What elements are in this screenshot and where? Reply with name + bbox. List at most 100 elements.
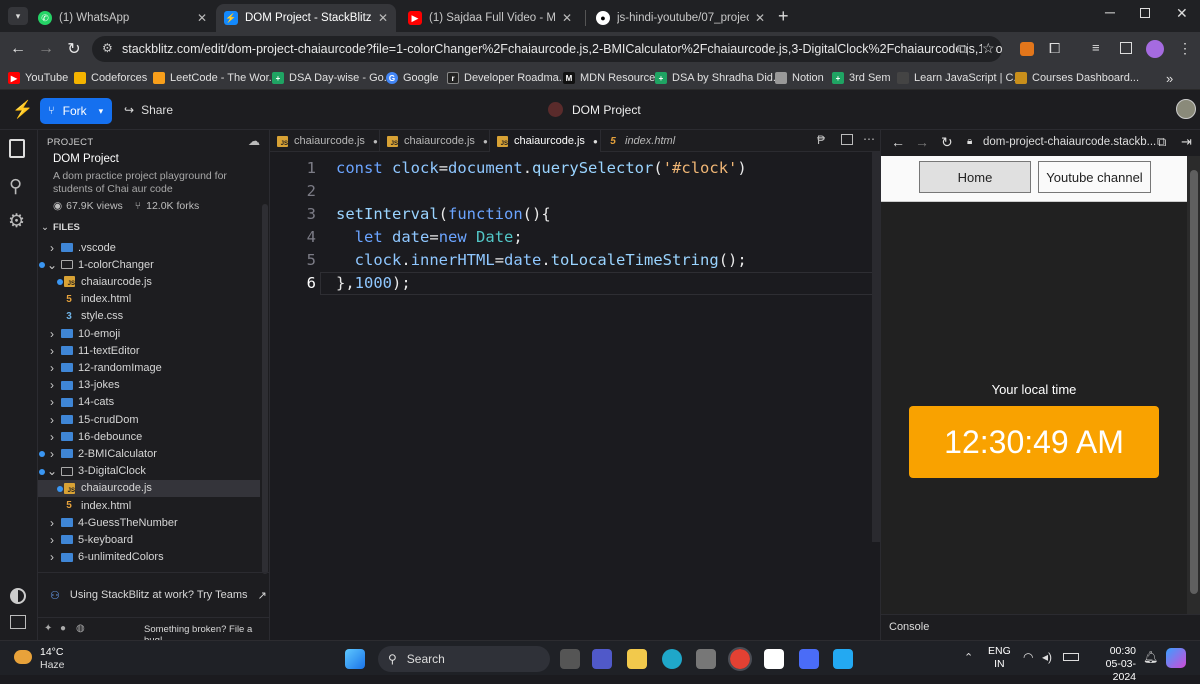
bookmark-leetcode[interactable]: LeetCode - The Wor... bbox=[153, 70, 278, 86]
tree-folder[interactable]: › 14-cats bbox=[38, 394, 260, 411]
notion-app-icon[interactable] bbox=[764, 649, 784, 669]
app-icon[interactable] bbox=[799, 649, 819, 669]
clock-date[interactable]: 00:30 05-03-2024 bbox=[1090, 645, 1136, 684]
forward-icon[interactable]: → bbox=[34, 32, 58, 66]
tree-file[interactable]: 5 index.html bbox=[38, 291, 260, 308]
tree-folder[interactable]: › .vscode bbox=[38, 239, 260, 256]
bookmark-youtube[interactable]: ▶ YouTube bbox=[8, 70, 68, 86]
tree-folder[interactable]: › 5-keyboard bbox=[38, 531, 260, 548]
bookmark-courses[interactable]: Courses Dashboard... bbox=[1015, 70, 1139, 86]
profile-avatar[interactable] bbox=[1146, 40, 1164, 58]
media-control-icon[interactable]: ≡ bbox=[1092, 40, 1100, 55]
files-section-header[interactable]: ⌄ FILES bbox=[41, 222, 80, 233]
editor-tab-active[interactable]: JS chaiaurcode.js ● bbox=[490, 130, 601, 152]
notification-icon[interactable]: 🔔︎ bbox=[1143, 650, 1158, 664]
tree-folder[interactable]: › 4-GuessTheNumber bbox=[38, 514, 260, 531]
preview-reload-icon[interactable]: ↻ bbox=[941, 134, 953, 151]
theme-toggle-icon[interactable] bbox=[10, 588, 26, 604]
console-panel[interactable]: Console bbox=[881, 614, 1200, 640]
url-bar[interactable]: ⚙ stackblitz.com/edit/dom-project-chaiau… bbox=[92, 36, 1002, 62]
youtube-channel-button[interactable]: Youtube channel bbox=[1038, 161, 1151, 193]
files-icon[interactable] bbox=[9, 139, 25, 158]
more-actions-icon[interactable]: ⋯ bbox=[863, 132, 875, 146]
editor-body[interactable]: 1 const clock=document.querySelector('#cl… bbox=[270, 152, 880, 640]
volume-icon[interactable]: ◂) bbox=[1042, 650, 1052, 664]
bookmark-star-icon[interactable]: ☆ bbox=[982, 40, 995, 57]
preview-url[interactable]: dom-project-chaiaurcode.stackb... bbox=[983, 136, 1156, 148]
tray-overflow-icon[interactable]: ⌃ bbox=[964, 651, 973, 664]
store-icon[interactable] bbox=[696, 649, 716, 669]
teams-promo[interactable]: ⚇ Using StackBlitz at work? Try Teams ↗ bbox=[38, 572, 270, 617]
metamask-extension-icon[interactable] bbox=[1020, 42, 1034, 56]
reload-icon[interactable]: ↻ bbox=[62, 32, 86, 66]
language-indicator[interactable]: ENG IN bbox=[988, 645, 1011, 671]
editor-tab[interactable]: 5 index.html bbox=[601, 130, 691, 152]
editor-scrollbar[interactable] bbox=[872, 152, 880, 542]
chrome-icon[interactable] bbox=[728, 647, 752, 671]
battery-icon[interactable] bbox=[1063, 653, 1079, 661]
minimize-icon[interactable]: ─ bbox=[1105, 4, 1115, 20]
editor-tab[interactable]: JS chaiaurcode.js ● bbox=[270, 130, 380, 152]
tree-folder[interactable]: › 15-crudDom bbox=[38, 411, 260, 428]
sidebar-scrollbar[interactable] bbox=[262, 204, 268, 574]
install-app-icon[interactable]: ⧉ bbox=[958, 41, 968, 57]
side-panel-icon[interactable] bbox=[1120, 42, 1132, 54]
weather-widget[interactable]: 14°C Haze bbox=[14, 644, 94, 672]
user-avatar[interactable] bbox=[1176, 99, 1196, 119]
bookmark-dsa-daywise[interactable]: + DSA Day-wise - Go... bbox=[272, 70, 393, 86]
teams-icon[interactable] bbox=[592, 649, 612, 669]
cloud-sync-icon[interactable]: ☁ bbox=[248, 134, 260, 148]
tree-folder[interactable]: › 13-jokes bbox=[38, 377, 260, 394]
tree-folder[interactable]: ⌄ 3-DigitalClock bbox=[38, 463, 260, 480]
close-tab-icon[interactable]: ✕ bbox=[197, 11, 207, 25]
tree-folder[interactable]: › 10-emoji bbox=[38, 325, 260, 342]
preview-forward-icon[interactable]: → bbox=[915, 134, 929, 150]
browser-menu-icon[interactable]: ⋮ bbox=[1178, 40, 1192, 57]
close-window-icon[interactable]: ✕ bbox=[1176, 5, 1188, 22]
tree-file[interactable]: 5 index.html bbox=[38, 497, 260, 514]
tree-file[interactable]: JS chaiaurcode.js bbox=[38, 479, 260, 497]
windows-start-icon[interactable] bbox=[345, 649, 365, 669]
bookmark-mdn[interactable]: M MDN Resource bbox=[563, 70, 655, 86]
home-button[interactable]: Home bbox=[919, 161, 1031, 193]
bookmark-codeforces[interactable]: Codeforces bbox=[74, 70, 147, 86]
file-explorer-icon[interactable] bbox=[627, 649, 647, 669]
preview-back-icon[interactable]: ← bbox=[891, 134, 905, 150]
tab-search-button[interactable]: ▾ bbox=[8, 7, 28, 25]
bookmark-dsa-shradha[interactable]: + DSA by Shradha Did... bbox=[655, 70, 782, 86]
tree-folder[interactable]: › 16-debounce bbox=[38, 428, 260, 445]
browser-tab-whatsapp[interactable]: ✆ (1) WhatsApp ✕ bbox=[30, 4, 215, 32]
tree-folder[interactable]: ⌄ 1-colorChanger bbox=[38, 256, 260, 273]
bookmark-google[interactable]: G Google bbox=[386, 70, 438, 86]
tree-folder[interactable]: › 12-randomImage bbox=[38, 359, 260, 376]
wifi-icon[interactable]: ◠ bbox=[1023, 650, 1033, 664]
restore-icon[interactable] bbox=[1140, 8, 1150, 18]
close-tab-icon[interactable]: ✕ bbox=[755, 11, 765, 25]
task-view-icon[interactable] bbox=[560, 649, 580, 669]
site-info-icon[interactable]: ⚙ bbox=[102, 41, 113, 55]
tree-file[interactable]: 3 style.css bbox=[38, 308, 260, 325]
discord-icon[interactable]: ◍ bbox=[76, 623, 85, 634]
collapse-preview-icon[interactable]: ⇥ bbox=[1181, 134, 1192, 150]
settings-icon[interactable]: ⚙ bbox=[8, 210, 25, 233]
search-icon[interactable]: ⚲ bbox=[9, 176, 22, 197]
twitter-icon[interactable]: ✦ bbox=[44, 623, 52, 634]
copilot-icon[interactable] bbox=[1166, 648, 1186, 668]
panel-toggle-icon[interactable] bbox=[10, 615, 26, 629]
editor-tab[interactable]: JS chaiaurcode.js ● bbox=[380, 130, 490, 152]
close-tab-icon[interactable]: ✕ bbox=[562, 11, 572, 25]
bookmark-3rd-sem[interactable]: +3rd Sem bbox=[832, 70, 891, 86]
browser-tab-youtube[interactable]: ▶ (1) Sajdaa Full Video - My N ✕ bbox=[400, 4, 580, 32]
extensions-icon[interactable]: ⧠ bbox=[1049, 40, 1060, 57]
prettier-format-icon[interactable]: ₱ bbox=[817, 133, 825, 147]
stackblitz-logo-icon[interactable]: ⚡ bbox=[12, 100, 33, 120]
bookmark-roadmap[interactable]: r Developer Roadma... bbox=[447, 70, 568, 86]
github-icon[interactable]: ● bbox=[60, 623, 66, 634]
edge-icon[interactable] bbox=[662, 649, 682, 669]
open-new-window-icon[interactable]: ⧉ bbox=[1157, 134, 1166, 150]
bookmark-notion[interactable]: Notion bbox=[775, 70, 824, 86]
share-button[interactable]: ↪ Share bbox=[124, 103, 173, 117]
close-tab-icon[interactable]: ✕ bbox=[378, 11, 388, 25]
preview-scrollbar[interactable] bbox=[1187, 156, 1200, 614]
back-icon[interactable]: ← bbox=[6, 32, 30, 66]
